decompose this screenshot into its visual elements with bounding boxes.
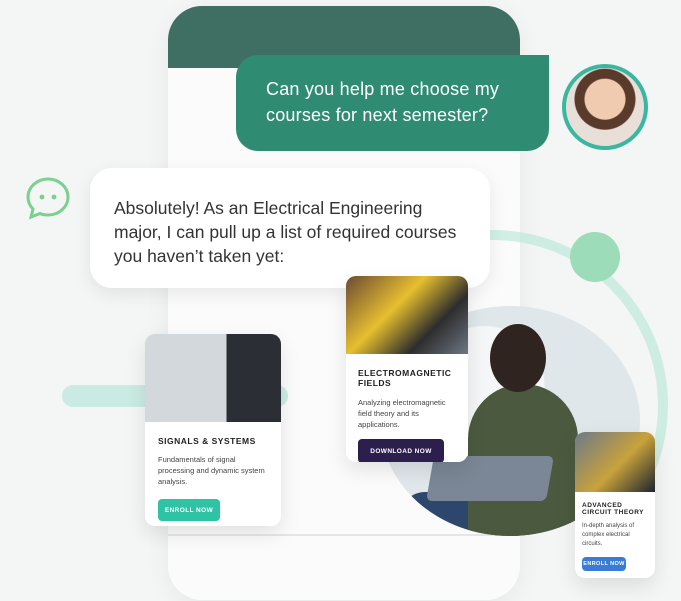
enroll-now-button[interactable]: ENROLL NOW (582, 557, 626, 571)
user-avatar (562, 64, 648, 150)
enroll-now-button[interactable]: ENROLL NOW (158, 499, 220, 521)
user-message-bubble: Can you help me choose my courses for ne… (236, 55, 549, 151)
user-message-text: Can you help me choose my courses for ne… (266, 79, 500, 125)
course-description: Analyzing electromagnetic field theory a… (358, 398, 446, 429)
student-head (490, 324, 546, 392)
course-description: In-depth analysis of complex electrical … (582, 523, 635, 547)
chat-bubble-icon (26, 177, 70, 220)
download-now-button[interactable]: DOWNLOAD NOW (358, 439, 444, 462)
enroll-now-label: ENROLL NOW (583, 561, 625, 567)
course-card-electromagnetic-fields[interactable]: ELECTROMAGNETIC FIELDS Analyzing electro… (346, 276, 468, 462)
course-card-advanced-circuit-theory[interactable]: ADVANCED CIRCUIT THEORY In-depth analysi… (575, 432, 655, 578)
download-now-label: DOWNLOAD NOW (370, 447, 432, 455)
enroll-now-label: ENROLL NOW (164, 506, 214, 514)
course-image (575, 432, 655, 492)
assistant-message-text: Absolutely! As an Electrical Engineering… (114, 198, 457, 266)
laptop-image (426, 456, 554, 501)
course-card-signals-systems[interactable]: SIGNALS & SYSTEMS Fundamentals of signal… (145, 334, 281, 526)
course-title: ELECTROMAGNETIC FIELDS (358, 368, 452, 388)
course-title: SIGNALS & SYSTEMS (158, 436, 256, 446)
assistant-message-bubble: Absolutely! As an Electrical Engineering… (90, 168, 490, 288)
course-image (346, 276, 468, 354)
decorative-dot (570, 232, 620, 282)
course-image (145, 334, 281, 422)
course-title: ADVANCED CIRCUIT THEORY (582, 502, 645, 516)
course-description: Fundamentals of signal processing and dy… (158, 455, 265, 486)
